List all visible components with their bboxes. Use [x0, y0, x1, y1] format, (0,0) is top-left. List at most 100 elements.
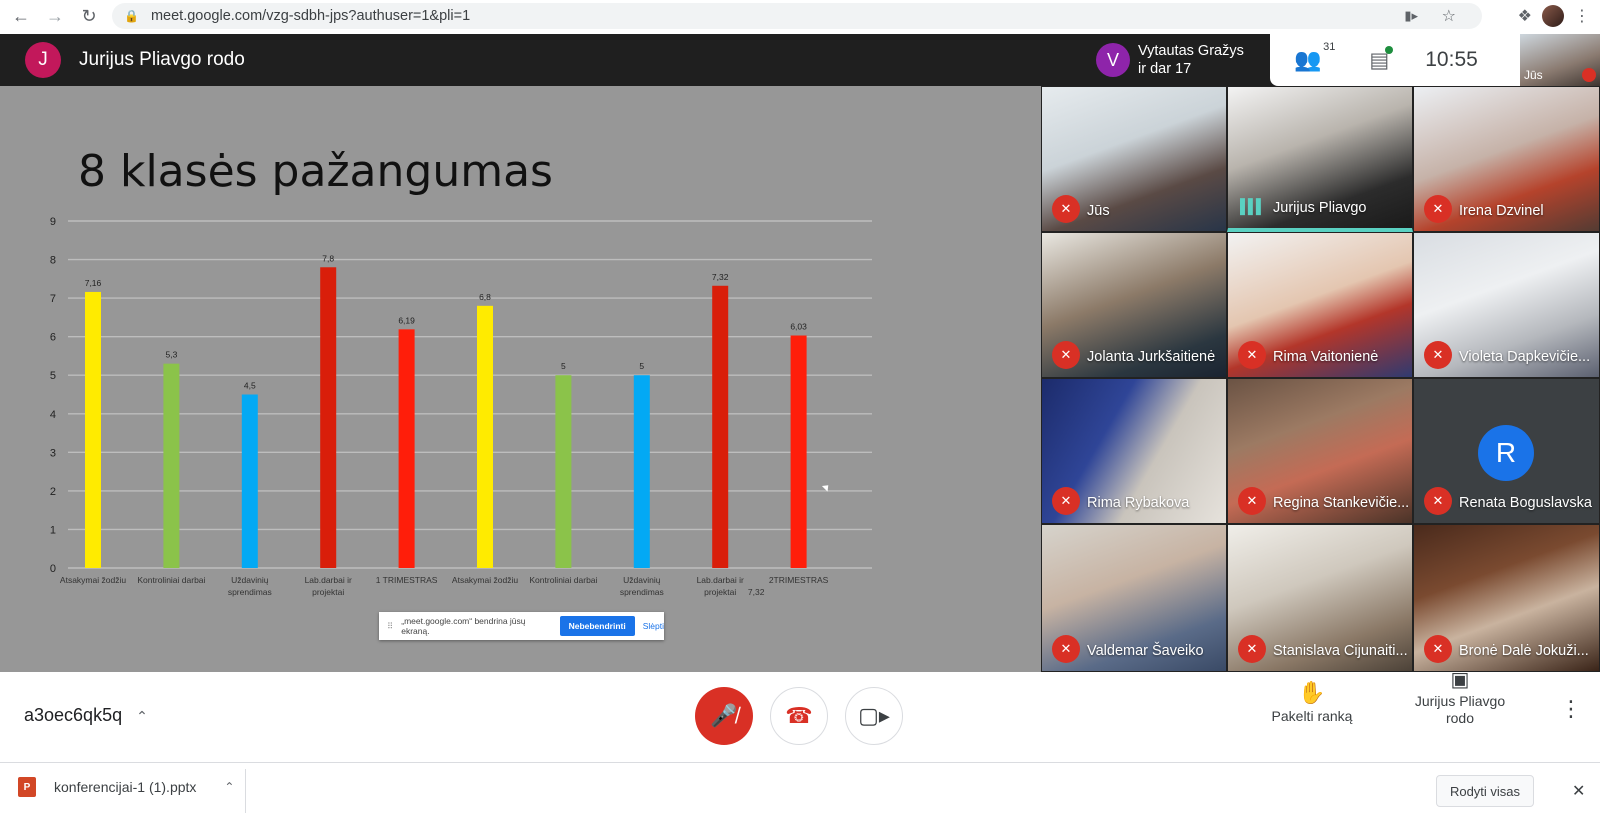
participant-name: Jolanta Jurkšaitienė [1087, 349, 1216, 365]
participant-tile[interactable]: ✕ Bronė Dalė Jokuži... [1413, 524, 1600, 672]
y-tick-label: 0 [50, 563, 56, 575]
participant-tile[interactable]: R ✕ Renata Boguslavska [1413, 378, 1600, 524]
participant-name: Irena Dzvinel [1459, 203, 1544, 219]
participant-tile[interactable]: ▌▌▌ Jurijus Pliavgo [1227, 86, 1413, 232]
participant-tile[interactable]: ✕ Rima Vaitonienė [1227, 232, 1413, 378]
chevron-up-icon[interactable]: ⌃ [136, 708, 148, 724]
bar [633, 375, 650, 568]
bar-value-label: 5,3 [165, 350, 177, 360]
video-camera-icon: ▢▸ [858, 703, 890, 728]
participant-tile[interactable]: ✕ Violeta Dapkevičie... [1413, 232, 1600, 378]
mic-off-icon: ✕ [1238, 635, 1266, 663]
y-tick-label: 6 [50, 332, 56, 344]
presenting-label-line1: Jurijus Pliavgo [1414, 693, 1506, 709]
hand-icon: ✋ [1298, 680, 1326, 705]
participant-tile[interactable]: ✕ Irena Dzvinel [1413, 86, 1600, 232]
y-tick-label: 4 [50, 409, 56, 421]
bar-value-label: 6,8 [479, 292, 491, 302]
mic-off-icon: ✕ [1424, 487, 1452, 515]
participant-tile[interactable]: ✕ Jūs [1041, 86, 1227, 232]
back-icon[interactable]: ← [6, 1, 36, 31]
mic-off-icon: ✕ [1052, 487, 1080, 515]
profile-avatar[interactable] [1542, 5, 1564, 27]
close-icon[interactable]: ✕ [1572, 781, 1585, 801]
chevron-up-icon[interactable]: ⌃ [224, 780, 234, 794]
x-category-label: 1 TRIMESTRAS [376, 575, 438, 585]
y-tick-label: 5 [50, 370, 56, 382]
x-category-label: sprendimas [228, 587, 272, 597]
address-bar[interactable]: 🔒 meet.google.com/vzg-sdbh-jps?authuser=… [112, 3, 1482, 29]
extensions-icon[interactable]: ❖ [1518, 6, 1532, 26]
chat-icon[interactable]: ▤ [1369, 45, 1394, 73]
hide-share-bar-button[interactable]: Slėpti [643, 621, 664, 631]
download-shelf: P konferencijai-1 (1).pptx ⌃ Rodyti visa… [0, 762, 1600, 819]
participant-name: Violeta Dapkevičie... [1459, 349, 1591, 365]
mic-off-icon: ✕ [1238, 487, 1266, 515]
meeting-clock: 10:55 [1425, 48, 1478, 71]
bar [85, 291, 101, 568]
y-tick-label: 7 [50, 293, 56, 305]
self-view-thumbnail[interactable]: Jūs [1520, 34, 1600, 86]
participant-tile[interactable]: ✕ Rima Rybakova [1041, 378, 1227, 524]
mic-off-icon: ✕ [1052, 635, 1080, 663]
meeting-details[interactable]: a3oec6qk5q ⌃ [24, 705, 148, 726]
participant-avatar: R [1478, 425, 1534, 481]
bar-value-label: 7,8 [322, 253, 334, 263]
people-icon[interactable]: 👥 31 [1294, 41, 1335, 73]
participant-tile[interactable]: ✕ Jolanta Jurkšaitienė [1041, 232, 1227, 378]
mic-off-icon: ✕ [1238, 341, 1266, 369]
show-all-downloads-button[interactable]: Rodyti visas [1436, 775, 1534, 807]
leave-call-button[interactable]: ☎ [770, 687, 828, 745]
presenting-button[interactable]: ▣ Jurijus Pliavgo rodo [1405, 669, 1515, 727]
participant-grid: ✕ Jūs ▌▌▌ Jurijus Pliavgo ✕ Irena Dzvine… [1041, 86, 1600, 672]
bar [163, 363, 180, 568]
bookmark-star-icon[interactable]: ☆ [1442, 6, 1456, 26]
toggle-mic-button[interactable]: 🎤̸ [695, 687, 753, 745]
mic-off-icon [1582, 68, 1596, 82]
x-category-label: Lab.darbai ir [305, 575, 352, 585]
browser-toolbar: ← → ↻ 🔒 meet.google.com/vzg-sdbh-jps?aut… [0, 0, 1600, 32]
meeting-controls: a3oec6qk5q ⌃ 🎤̸ ☎ ▢▸ ✋ Pakelti ranką ▣ Ju… [0, 669, 1600, 762]
mic-off-icon: ✕ [1424, 195, 1452, 223]
chat-unread-dot [1385, 45, 1394, 54]
bar-value-label: 5 [561, 361, 566, 371]
forward-icon[interactable]: → [40, 1, 70, 31]
download-item[interactable]: P konferencijai-1 (1).pptx ⌃ [18, 777, 234, 797]
x-category-label: Lab.darbai ir [697, 575, 744, 585]
reload-icon[interactable]: ↻ [74, 1, 104, 31]
download-file-name: konferencijai-1 (1).pptx [54, 779, 197, 795]
bar-value-label: 4,5 [244, 381, 256, 391]
url-text: meet.google.com/vzg-sdbh-jps?authuser=1&… [150, 8, 471, 24]
bar-chart: 0 1 2 3 4 5 6 7 8 9 7,16 Atsakymai žodžiu 5,3 Kontrol… [50, 216, 872, 597]
y-tick-label: 1 [50, 524, 56, 536]
presenter-title: Jurijus Pliavgo rodo [79, 49, 245, 70]
meeting-code: a3oec6qk5q [24, 705, 123, 725]
drag-handle-icon[interactable]: ⠿ [387, 621, 393, 632]
y-tick-label: 9 [50, 216, 56, 228]
divider [245, 769, 246, 813]
lock-icon: 🔒 [124, 9, 139, 23]
chrome-menu-icon[interactable]: ⋮ [1574, 6, 1590, 26]
bar-value-label: 5 [639, 361, 644, 371]
camera-icon[interactable]: ▮▸ [1404, 8, 1418, 24]
participant-name: Stanislava Cijunaiti... [1273, 643, 1408, 659]
mic-off-icon: ✕ [1424, 341, 1452, 369]
participant-tile[interactable]: ✕ Regina Stankevičie... [1227, 378, 1413, 524]
screen-share-bar: ⠿ „meet.google.com“ bendrina jūsų ekraną… [379, 612, 664, 640]
y-tick-label: 2 [50, 486, 56, 498]
x-category-label: Atsakymai žodžiu [452, 575, 518, 585]
participant-name: Jūs [1087, 203, 1110, 219]
more-options-icon[interactable]: ⋮ [1560, 696, 1582, 722]
participant-name: Rima Rybakova [1087, 495, 1190, 511]
toggle-camera-button[interactable]: ▢▸ [845, 687, 903, 745]
participant-name: Rima Vaitonienė [1273, 349, 1379, 365]
raise-hand-label: Pakelti ranką [1271, 708, 1353, 724]
present-screen-icon: ▣ [1450, 669, 1470, 691]
participant-tile[interactable]: ✕ Stanislava Cijunaiti... [1227, 524, 1413, 672]
stop-sharing-button[interactable]: Nebebendrinti [559, 616, 635, 636]
notification-avatar: V [1096, 43, 1130, 77]
raise-hand-button[interactable]: ✋ Pakelti ranką [1262, 680, 1362, 724]
y-tick-label: 3 [50, 447, 56, 459]
participant-tile[interactable]: ✕ Valdemar Šaveiko [1041, 524, 1227, 672]
meeting-info-bar: 👥 31 ▤ 10:55 [1270, 34, 1520, 86]
